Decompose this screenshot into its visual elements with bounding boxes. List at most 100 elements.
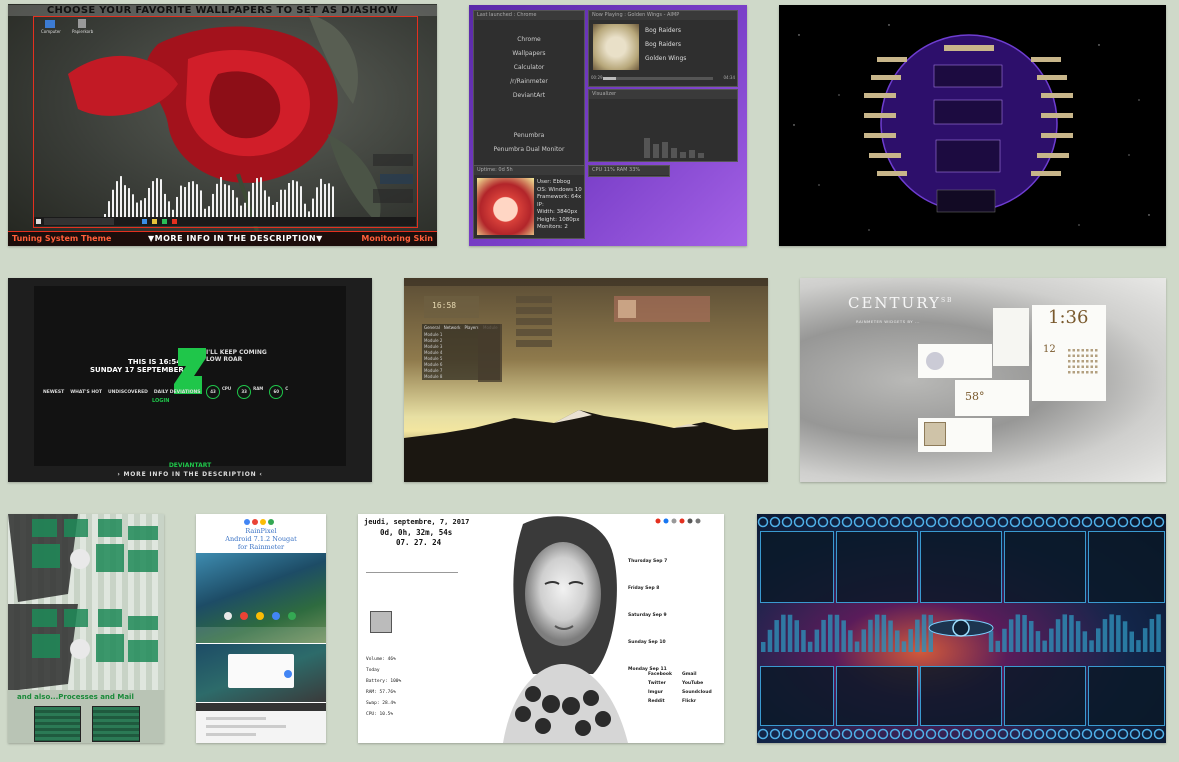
footer-more-info[interactable]: › MORE INFO IN THE DESCRIPTION ‹ xyxy=(8,471,372,478)
subtitle-2: for Rainmeter xyxy=(237,543,285,551)
hud-panel xyxy=(1004,666,1086,726)
thumbnail-hud-theme[interactable] xyxy=(757,514,1166,743)
launcher-item[interactable]: Penumbra xyxy=(474,132,584,139)
temperature: 58° xyxy=(965,390,985,403)
thumbnail-green-anime-theme[interactable]: and also...Processes and Mail xyxy=(8,514,164,743)
fab-icon[interactable] xyxy=(284,670,292,678)
album-art xyxy=(924,422,946,446)
thumbnail-rose-theme[interactable]: CHOOSE YOUR FAVORITE WALLPAPERS TO SET A… xyxy=(8,4,437,246)
stat-label: CPU xyxy=(222,386,232,391)
system-labels: Volume: 46% Today Battery: 100% RAM: 57.76%… xyxy=(366,654,401,720)
progress-bar[interactable] xyxy=(603,77,713,80)
app-icons xyxy=(224,612,296,620)
taskbar-app-icon[interactable] xyxy=(142,219,147,224)
visualizer-title: Visualizer xyxy=(589,90,737,99)
taskbar-app-icon[interactable] xyxy=(172,219,177,224)
space-scene xyxy=(793,24,1150,231)
stat-gauge: 60 xyxy=(269,385,284,399)
hud-panel xyxy=(760,531,834,603)
desktop-icon-label: Papierkorb xyxy=(72,29,94,34)
system-label: CPU: 10.5% xyxy=(366,712,394,717)
user-info-line: Framework: 64x xyxy=(537,194,582,200)
brand: RainPixel xyxy=(245,527,277,535)
launcher-item[interactable]: Wallpapers xyxy=(474,50,584,57)
windows-start-icon[interactable] xyxy=(36,219,41,224)
bookmark-link[interactable]: Twitter xyxy=(648,679,682,688)
thumbnail-deviantart-theme[interactable]: THIS IS 16:54 SUNDAY 17 SEPTEMBER I'LL K… xyxy=(8,278,372,482)
date-header: jeudi, septembre, 7, 2017 xyxy=(364,518,470,526)
launcher-item[interactable]: /r/Rainmeter xyxy=(474,78,584,85)
system-label: RAM: 57.76% xyxy=(366,690,396,695)
user-info: User: Ebbog OS: Windows 10 Framework: 64x I… xyxy=(537,179,582,232)
user-info-line: Monitors: 2 xyxy=(537,224,568,230)
thumbnail-launcher-theme[interactable]: Last launched : Chrome Chrome Wallpapers C… xyxy=(469,5,747,246)
bookmark-link[interactable]: Flickr xyxy=(682,697,716,706)
nav-link[interactable]: NEWEST xyxy=(43,390,64,395)
hud-panel xyxy=(760,666,834,726)
profile-card xyxy=(918,344,992,378)
weather-card: 58° xyxy=(955,380,1029,416)
visualizer-bars xyxy=(644,138,704,158)
system-label: Today xyxy=(366,668,380,673)
bookmark-link[interactable]: Reddit xyxy=(648,697,682,706)
monitor-panel xyxy=(380,174,413,184)
hud-panel xyxy=(1088,666,1165,726)
player-title: Now Playing : Golden Wings - AIMP xyxy=(589,11,737,20)
visualizer-window: Visualizer xyxy=(588,89,738,162)
player-window: Now Playing : Golden Wings - AIMP Bog Ra… xyxy=(588,10,738,87)
phone-screen-3 xyxy=(196,703,326,743)
thumbnail-mountain-theme[interactable]: 16:58 GeneralNetworkPlayersModule Module… xyxy=(404,278,768,482)
search-field[interactable] xyxy=(44,218,114,225)
bookmark-link[interactable]: Gmail xyxy=(682,670,716,679)
nav-link[interactable]: UNDISCOVERED xyxy=(108,390,148,395)
calendar-day: 12 xyxy=(1043,344,1056,355)
desktop-icon-computer[interactable] xyxy=(45,20,55,28)
cpu-title: CPU 11% RAM 33% xyxy=(589,166,669,175)
nav-link[interactable]: DAILY DEVIATIONS xyxy=(154,390,201,395)
app-drawer xyxy=(196,627,326,643)
bookmark-link[interactable]: Imgur xyxy=(648,688,682,697)
thumbnail-century-theme[interactable]: CENTURYSB RAINMETER WIDGETS BY ... 1:36 … xyxy=(800,278,1166,482)
login-link[interactable]: LOGIN xyxy=(152,398,169,404)
clock-card: 1:36 12 xyxy=(1032,305,1106,401)
mail-preview xyxy=(92,706,140,742)
icon-row xyxy=(655,518,701,524)
user-window: Uptime: 0d 5h User: Ebbog OS: Windows 10 F… xyxy=(473,165,585,239)
trash-icon[interactable] xyxy=(78,19,86,28)
bookmark-link[interactable]: Soundcloud xyxy=(682,688,716,697)
album-art xyxy=(593,24,639,70)
launcher-item[interactable]: DeviantArt xyxy=(474,92,584,99)
bookmark-links: Facebook GmailTwitter YouTubeImgur Soundclo… xyxy=(648,670,724,706)
brand-label[interactable]: DEVIANTART xyxy=(8,462,372,469)
date-line: SUNDAY 17 SEPTEMBER xyxy=(90,366,184,374)
footer-center-label[interactable]: ▼MORE INFO IN THE DESCRIPTION▼ xyxy=(148,234,323,243)
stats-row: 43CPU 33RAM 60C xyxy=(206,378,294,399)
bookmark-link[interactable]: YouTube xyxy=(682,679,716,688)
nav-link[interactable]: WHAT'S HOT xyxy=(70,390,102,395)
century-title: CENTURYSB xyxy=(848,294,954,312)
time-end: 04:34 xyxy=(723,75,735,80)
launcher-item[interactable]: Calculator xyxy=(474,64,584,71)
player-track: Golden Wings xyxy=(645,55,687,62)
thumbnail-portrait-theme[interactable]: jeudi, septembre, 7, 2017 0d, 0h, 32m, 5… xyxy=(358,514,724,743)
user-info-line: IP: xyxy=(537,201,544,208)
taskbar-app-icon[interactable] xyxy=(152,219,157,224)
bookmark-link[interactable]: Facebook xyxy=(648,670,682,679)
left-widget xyxy=(366,572,458,601)
mountains xyxy=(404,410,768,482)
thumbnail-rainpixel-theme[interactable]: RainPixel Android 7.1.2 Nougat for Rainm… xyxy=(196,514,326,743)
monitor-panel xyxy=(373,189,413,203)
taskbar-app-icon[interactable] xyxy=(162,219,167,224)
cpu-window: CPU 11% RAM 33% xyxy=(588,165,670,177)
player-track: Bog Raiders xyxy=(645,41,681,48)
launcher-window: Last launched : Chrome Chrome Wallpapers C… xyxy=(473,10,585,167)
hud-visualizer xyxy=(761,614,1161,652)
thumbnail-space-theme[interactable] xyxy=(779,5,1166,246)
launcher-item[interactable]: Chrome xyxy=(474,36,584,43)
launcher-item[interactable]: Penumbra Dual Monitor xyxy=(474,146,584,153)
forecast-day: Thursday Sep 7 xyxy=(628,559,668,564)
calendar-grid xyxy=(1068,349,1098,374)
google-dots-icon xyxy=(244,519,274,525)
century-subtitle: RAINMETER WIDGETS BY ... xyxy=(856,319,920,324)
hud-circle-row-bottom xyxy=(757,728,1165,740)
